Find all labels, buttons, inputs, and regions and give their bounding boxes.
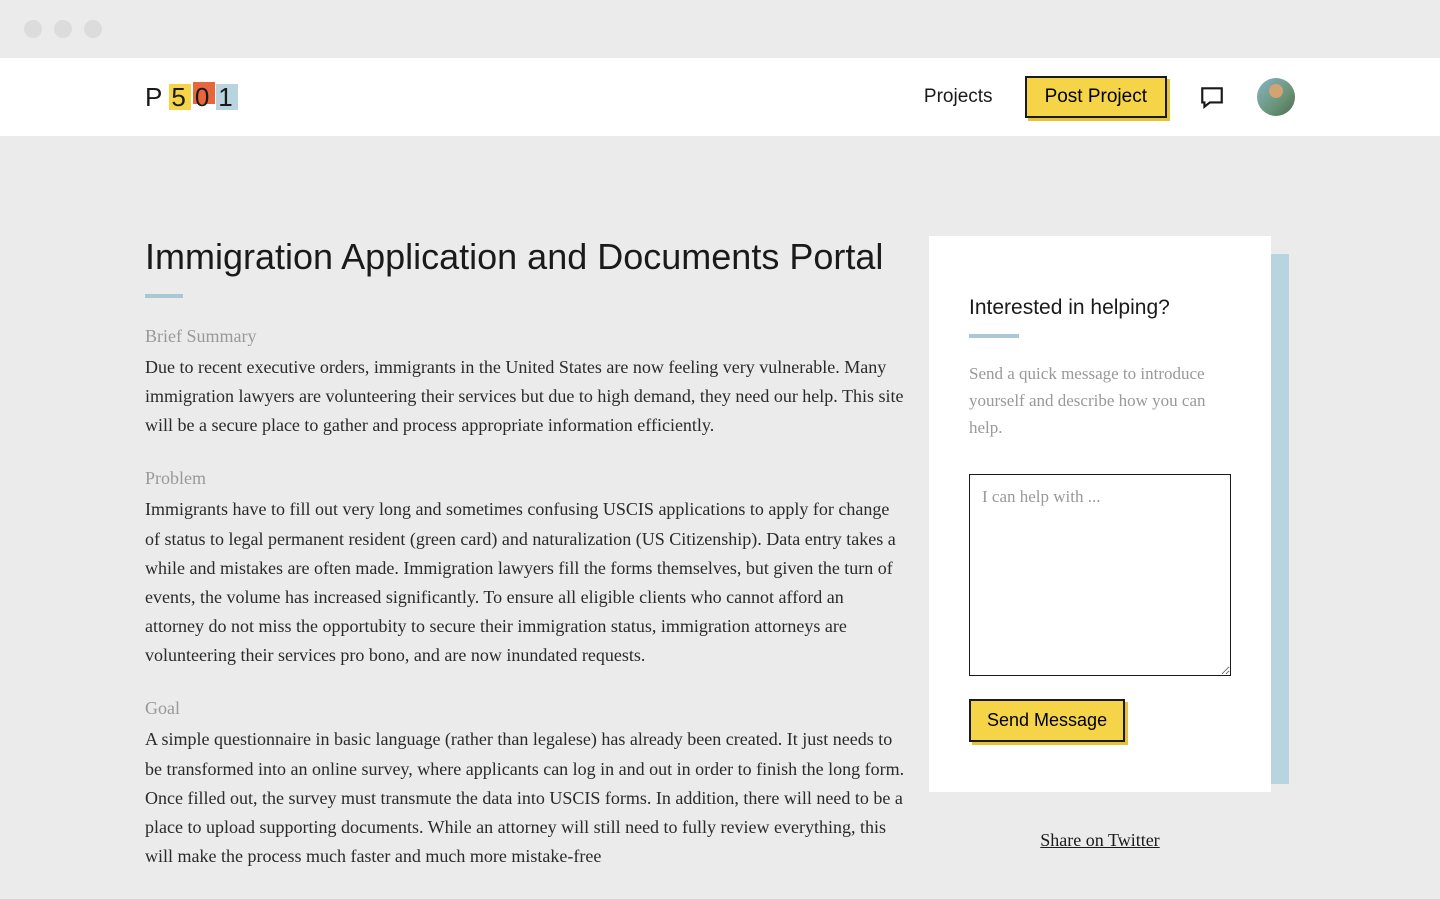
nav: Projects Post Project [924,76,1295,118]
avatar[interactable] [1257,78,1295,116]
browser-dot [84,20,102,38]
nav-projects-link[interactable]: Projects [924,86,993,108]
sidebar-underline [969,334,1019,338]
sidebar: Interested in helping? Send a quick mess… [929,236,1271,851]
section-text-goal: A simple questionnaire in basic language… [145,725,905,871]
message-textarea[interactable] [969,474,1231,676]
section-label-brief-summary: Brief Summary [145,326,905,347]
header: P 5 0 1 Projects Post Project [0,58,1440,136]
logo-char-5: 5 [171,82,191,112]
browser-dot [54,20,72,38]
section-label-goal: Goal [145,698,905,719]
chat-icon[interactable] [1199,84,1225,110]
logo[interactable]: P 5 0 1 [145,82,239,113]
logo-char-1: 1 [218,82,238,112]
project-content: Immigration Application and Documents Po… [145,236,905,899]
sidebar-title: Interested in helping? [969,296,1231,320]
browser-chrome [0,0,1440,58]
page-title: Immigration Application and Documents Po… [145,236,905,278]
logo-char-p: P [145,82,168,112]
share-twitter-link[interactable]: Share on Twitter [929,830,1271,851]
post-project-button[interactable]: Post Project [1025,76,1167,118]
title-underline [145,294,183,298]
sidebar-card: Interested in helping? Send a quick mess… [929,236,1271,792]
section-text-problem: Immigrants have to fill out very long an… [145,495,905,670]
section-text-brief-summary: Due to recent executive orders, immigran… [145,353,905,440]
sidebar-description: Send a quick message to introduce yourse… [969,360,1231,442]
main-container: Immigration Application and Documents Po… [0,136,1440,899]
section-label-problem: Problem [145,468,905,489]
browser-dot [24,20,42,38]
logo-char-0: 0 [195,82,215,112]
send-message-button[interactable]: Send Message [969,699,1125,742]
